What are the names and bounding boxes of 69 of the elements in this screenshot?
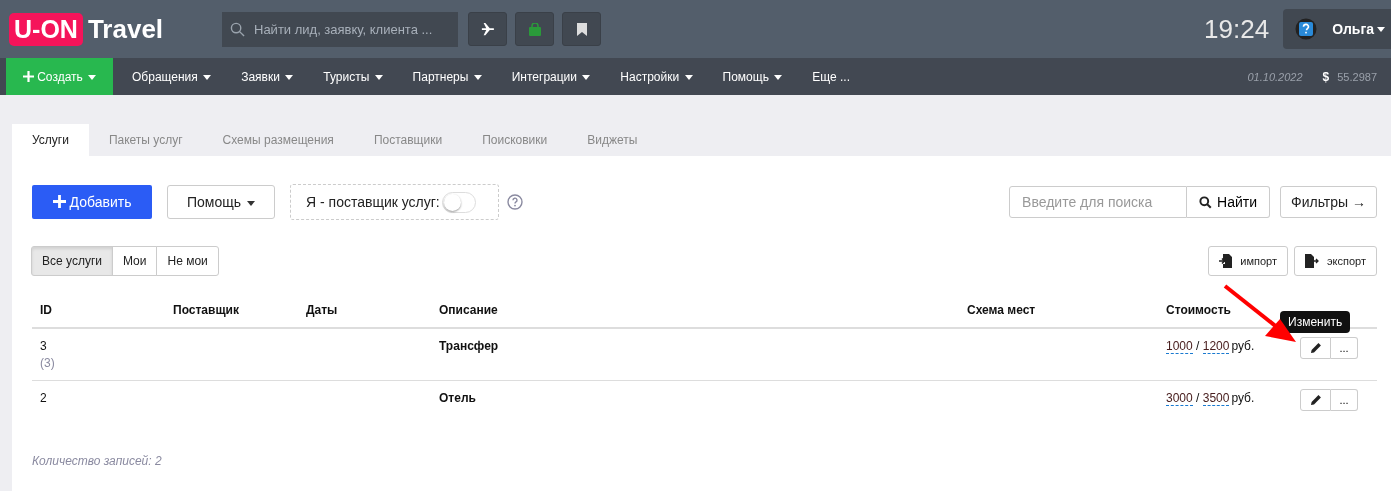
search-input[interactable]: Найти лид, заявку, клиента ...	[252, 20, 450, 38]
table-cell-text: 3	[40, 339, 48, 353]
plus-icon	[22, 70, 34, 82]
nav-menu-item[interactable]: Настройки	[605, 58, 708, 95]
plus-icon	[52, 195, 66, 208]
export-button[interactable]: экспорт	[1293, 246, 1377, 276]
column-header: Схема мест	[959, 294, 1158, 328]
nav-menu-item[interactable]: Помощь	[707, 58, 798, 95]
column-header: Даты	[298, 294, 431, 328]
price-link[interactable]: 3500	[1202, 391, 1230, 406]
file-export-icon	[1304, 254, 1319, 268]
search-icon	[230, 21, 245, 37]
column-header: ID	[32, 294, 165, 328]
filter-button[interactable]: Мои	[111, 246, 158, 276]
filter-button[interactable]: Все услуги	[31, 246, 113, 276]
clock: 19:24	[1204, 13, 1270, 45]
search-icon	[1199, 195, 1213, 209]
help-icon[interactable]	[506, 194, 523, 210]
table-cell: Отель	[439, 391, 476, 405]
more-button[interactable]: ...	[1331, 337, 1358, 359]
add-button[interactable]: Добавить	[32, 185, 152, 219]
logo-text: Travel	[87, 13, 164, 45]
logo-badge: U-ON	[9, 12, 83, 46]
user-menu[interactable]: Ольга	[1283, 9, 1391, 49]
bag-icon	[528, 22, 541, 36]
record-count-text: Количество записей: 2	[32, 454, 163, 468]
price-separator: /	[1196, 339, 1200, 353]
toggle-switch[interactable]	[441, 191, 476, 213]
pencil-icon	[1309, 394, 1322, 406]
column-header: Описание	[431, 294, 959, 328]
currency-sign: $	[1322, 69, 1330, 84]
edit-button[interactable]	[1300, 389, 1331, 411]
toggle-label: Я - поставщик услуг:	[306, 194, 440, 210]
filters-button[interactable]: Фильтры →	[1280, 186, 1377, 218]
file-import-icon	[1219, 254, 1233, 268]
help-dropdown-button[interactable]: Помощь	[167, 185, 275, 219]
bookmark-icon	[576, 22, 587, 36]
column-header: Поставщик	[165, 294, 298, 328]
filter-button[interactable]: Не мои	[156, 246, 219, 276]
airplane-button[interactable]	[468, 12, 507, 46]
global-search-field[interactable]: Найти лид, заявку, клиента ...	[222, 11, 458, 47]
nav-menu-item[interactable]: Заявки	[226, 58, 309, 95]
price-link[interactable]: 3000	[1166, 391, 1193, 406]
price-link[interactable]: 1200	[1202, 339, 1230, 354]
date-text: 01.10.2022	[1247, 70, 1303, 83]
bookmark-button[interactable]	[562, 12, 601, 46]
record-count: (3)	[40, 356, 56, 370]
bag-button[interactable]	[515, 12, 554, 46]
exchange-rate: 55.2987	[1337, 70, 1377, 83]
nav-menu-item[interactable]: Партнеры	[397, 58, 497, 95]
tab[interactable]: Услуги	[12, 124, 89, 156]
nav-menu-item[interactable]: Туристы	[308, 58, 398, 95]
table-cell-text: 2	[40, 391, 48, 405]
import-button[interactable]: импорт	[1208, 246, 1288, 276]
find-button[interactable]: Найти	[1187, 186, 1270, 218]
edit-button[interactable]	[1300, 337, 1331, 359]
price-separator: /	[1196, 391, 1200, 405]
currency-unit: руб.	[1231, 391, 1255, 405]
nav-menu-item[interactable]: Интеграции	[496, 58, 606, 95]
nav-more-link[interactable]: Еще ...	[797, 58, 865, 95]
nav-menu-item[interactable]: Обращения	[117, 58, 227, 95]
table-cell: Трансфер	[439, 339, 499, 353]
price-link[interactable]: 1000	[1166, 339, 1193, 354]
airplane-icon	[480, 22, 495, 36]
currency-unit: руб.	[1231, 339, 1255, 353]
search-field[interactable]: Введите для поиска	[1009, 186, 1188, 218]
help-icon	[1295, 18, 1318, 40]
pencil-icon	[1309, 342, 1322, 354]
more-button[interactable]: ...	[1331, 389, 1358, 411]
